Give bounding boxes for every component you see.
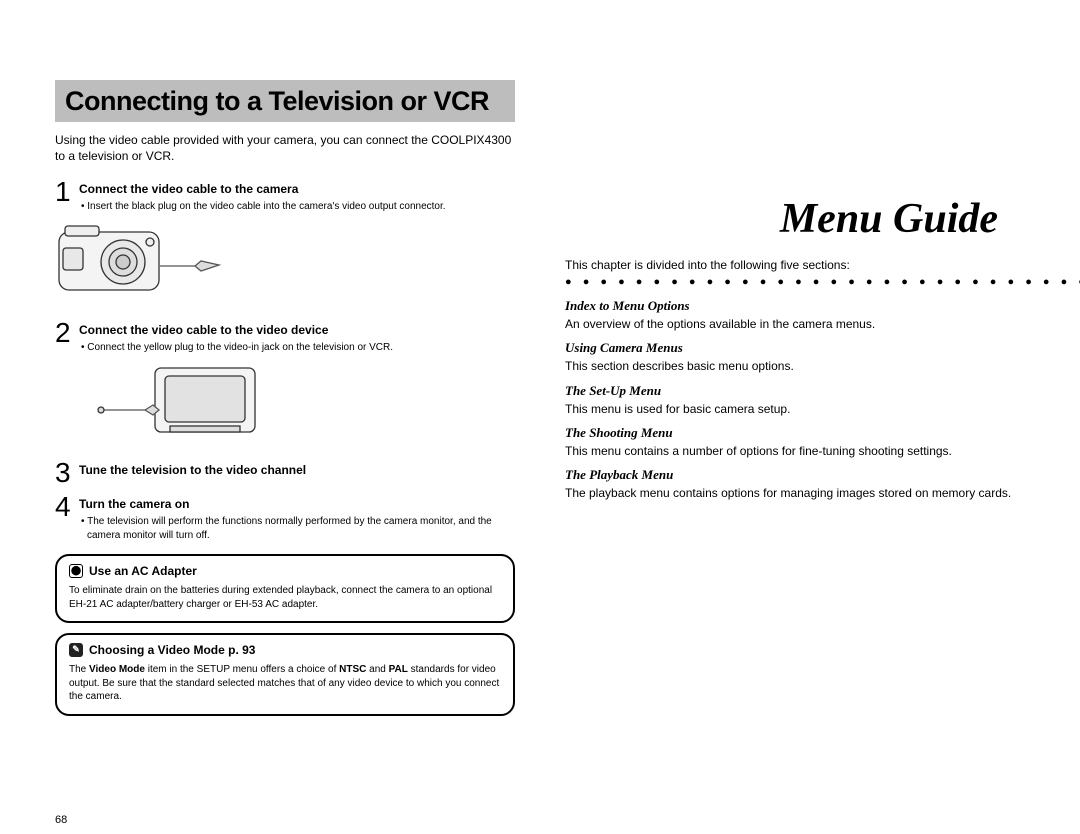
step-bullet: • Connect the yellow plug to the video-i… xyxy=(79,341,515,355)
callout-head-text: Choosing a Video Mode p. 93 xyxy=(89,643,255,657)
step-heading: Turn the camera on xyxy=(79,491,515,511)
subsection-head: The Playback Menu xyxy=(565,467,1080,483)
step-4: 4 Turn the camera on • The television wi… xyxy=(55,491,515,544)
chapter-intro: This chapter is divided into the followi… xyxy=(565,257,1080,273)
subsection-body: This section describes basic menu option… xyxy=(565,358,1080,374)
right-page: Menu Guide This chapter is divided into … xyxy=(540,80,1080,804)
subsection-body: This menu is used for basic camera setup… xyxy=(565,401,1080,417)
bold-text: Video Mode xyxy=(89,664,145,675)
callout-heading: ✎ Choosing a Video Mode p. 93 xyxy=(69,643,501,657)
callout-heading: ⬤ Use an AC Adapter xyxy=(69,564,501,578)
step-1: 1 Connect the video cable to the camera … xyxy=(55,176,515,216)
bold-text: PAL xyxy=(389,664,408,675)
right-main-column: Menu Guide This chapter is divided into … xyxy=(565,80,1080,804)
callout-body: To eliminate drain on the batteries duri… xyxy=(69,584,501,611)
step-bullet-text: Connect the yellow plug to the video-in … xyxy=(87,342,393,353)
step-bullet: • The television will perform the functi… xyxy=(79,515,515,542)
lightbulb-icon: ⬤ xyxy=(69,564,83,578)
chapter-title: Menu Guide xyxy=(565,195,1080,243)
step-body: Turn the camera on • The television will… xyxy=(79,491,515,544)
step-body: Connect the video cable to the video dev… xyxy=(79,317,515,357)
subsection-head: The Shooting Menu xyxy=(565,425,1080,441)
step-bullet-text: The television will perform the function… xyxy=(87,516,492,541)
page-number-left: 68 xyxy=(55,814,67,826)
subsection-body: This menu contains a number of options f… xyxy=(565,443,1080,459)
callout-head-text: Use an AC Adapter xyxy=(89,564,197,578)
step-number: 4 xyxy=(55,491,79,521)
intro-text: Using the video cable provided with your… xyxy=(55,132,515,164)
step-number: 1 xyxy=(55,176,79,206)
tv-illustration xyxy=(95,362,515,447)
step-heading: Connect the video cable to the camera xyxy=(79,176,515,196)
subsection-head: Using Camera Menus xyxy=(565,340,1080,356)
subsection-body: The playback menu contains options for m… xyxy=(565,485,1080,501)
text: The xyxy=(69,664,89,675)
subsection-head: The Set-Up Menu xyxy=(565,383,1080,399)
step-body: Connect the video cable to the camera • … xyxy=(79,176,515,216)
step-heading: Connect the video cable to the video dev… xyxy=(79,317,515,337)
bold-text: NTSC xyxy=(339,664,366,675)
subsection-head: Index to Menu Options xyxy=(565,298,1080,314)
step-2: 2 Connect the video cable to the video d… xyxy=(55,317,515,357)
callout-body: The Video Mode item in the SETUP menu of… xyxy=(69,663,501,704)
text: item in the SETUP menu offers a choice o… xyxy=(145,664,339,675)
camera-illustration xyxy=(55,222,515,307)
step-bullet-text: Insert the black plug on the video cable… xyxy=(87,201,445,212)
section-title: Connecting to a Television or VCR xyxy=(55,80,515,122)
page-spread: Connecting to a Television or VCR Using … xyxy=(0,0,1080,834)
left-page: Connecting to a Television or VCR Using … xyxy=(30,80,540,804)
step-bullet: • Insert the black plug on the video cab… xyxy=(79,200,515,214)
callout-video-mode: ✎ Choosing a Video Mode p. 93 The Video … xyxy=(55,633,515,716)
step-body: Tune the television to the video channel xyxy=(79,457,515,481)
dotted-rule: ● ● ● ● ● ● ● ● ● ● ● ● ● ● ● ● ● ● ● ● … xyxy=(565,277,1080,288)
subsection-body: An overview of the options available in … xyxy=(565,316,1080,332)
step-number: 2 xyxy=(55,317,79,347)
text: and xyxy=(366,664,388,675)
step-number: 3 xyxy=(55,457,79,487)
note-icon: ✎ xyxy=(69,643,83,657)
step-3: 3 Tune the television to the video chann… xyxy=(55,457,515,487)
callout-ac-adapter: ⬤ Use an AC Adapter To eliminate drain o… xyxy=(55,554,515,623)
step-heading: Tune the television to the video channel xyxy=(79,457,515,477)
